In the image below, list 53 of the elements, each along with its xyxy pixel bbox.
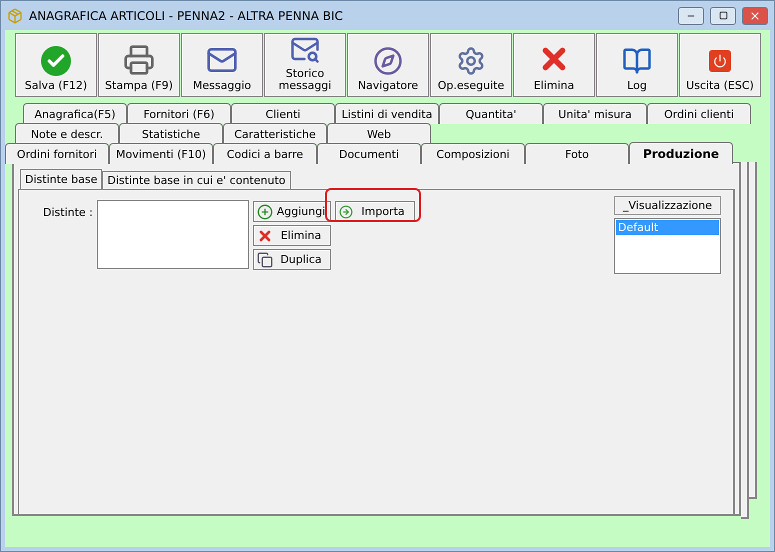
tab[interactable]: Composizioni <box>421 143 525 164</box>
delete-icon <box>257 228 273 244</box>
printer-icon <box>123 44 155 76</box>
app-icon <box>7 8 23 24</box>
import-icon <box>339 204 353 218</box>
tab[interactable]: Ordini fornitori <box>5 143 109 164</box>
gears-icon <box>456 46 486 76</box>
close-icon <box>749 10 761 22</box>
action-button[interactable]: Aggiungi <box>253 201 331 222</box>
tab[interactable]: Produzione <box>629 142 733 164</box>
tab[interactable]: Note e descr. <box>15 123 119 144</box>
minimize-button[interactable] <box>678 6 704 24</box>
action-button[interactable]: Elimina <box>253 225 331 246</box>
toolbar-button[interactable]: Messaggio <box>181 33 263 97</box>
tab[interactable]: Caratteristiche <box>223 123 327 144</box>
tab[interactable]: Movimenti (F10) <box>109 143 213 164</box>
toolbar-button[interactable]: Log <box>596 33 678 97</box>
toolbar-button[interactable]: Elimina <box>513 33 595 97</box>
toolbar-button[interactable]: Uscita (ESC) <box>679 33 761 97</box>
maximize-icon <box>718 11 728 20</box>
toolbar-button[interactable]: Navigatore <box>347 33 429 97</box>
list-box[interactable] <box>97 200 249 269</box>
maximize-button[interactable] <box>710 6 736 24</box>
field-label: Distinte : <box>43 206 93 221</box>
action-button[interactable]: Duplica <box>253 249 331 270</box>
tab[interactable]: Documenti <box>317 143 421 164</box>
tab[interactable]: Ordini clienti <box>647 103 751 124</box>
import-button[interactable]: Importa <box>335 201 415 222</box>
toolbar-button[interactable]: Op.eseguite <box>430 33 512 97</box>
tab[interactable]: Anagrafica(F5) <box>23 103 127 124</box>
copy-icon <box>257 252 273 268</box>
book-icon <box>622 46 652 76</box>
tab[interactable]: Listini di vendita <box>335 103 439 124</box>
tab[interactable]: Unita' misura <box>543 103 647 124</box>
tab[interactable]: Distinte base <box>20 169 102 189</box>
toolbar-button[interactable]: Storico messaggi <box>264 33 346 97</box>
close-button[interactable] <box>742 6 768 24</box>
tab[interactable]: Statistiche <box>119 123 223 144</box>
check-icon <box>41 46 71 76</box>
toolbar-button[interactable]: Stampa (F9) <box>98 33 180 97</box>
power-icon <box>709 50 731 72</box>
toolbar-button[interactable]: Salva (F12) <box>15 33 97 97</box>
tab[interactable]: Distinte base in cui e' contenuto <box>102 171 291 189</box>
add-icon <box>257 204 273 220</box>
compass-icon <box>373 46 403 76</box>
tab[interactable]: Fornitori (F6) <box>127 103 231 124</box>
tab[interactable]: Quantita' <box>439 103 543 124</box>
list-header: _Visualizzazione <box>614 196 721 215</box>
tab[interactable]: Clienti <box>231 103 335 124</box>
tab[interactable]: Foto <box>525 143 629 164</box>
tab[interactable]: Codici a barre <box>213 143 317 164</box>
window-title: ANAGRAFICA ARTICOLI - PENNA2 - ALTRA PENNA BIC <box>29 8 344 22</box>
tab[interactable]: Web <box>327 123 431 144</box>
